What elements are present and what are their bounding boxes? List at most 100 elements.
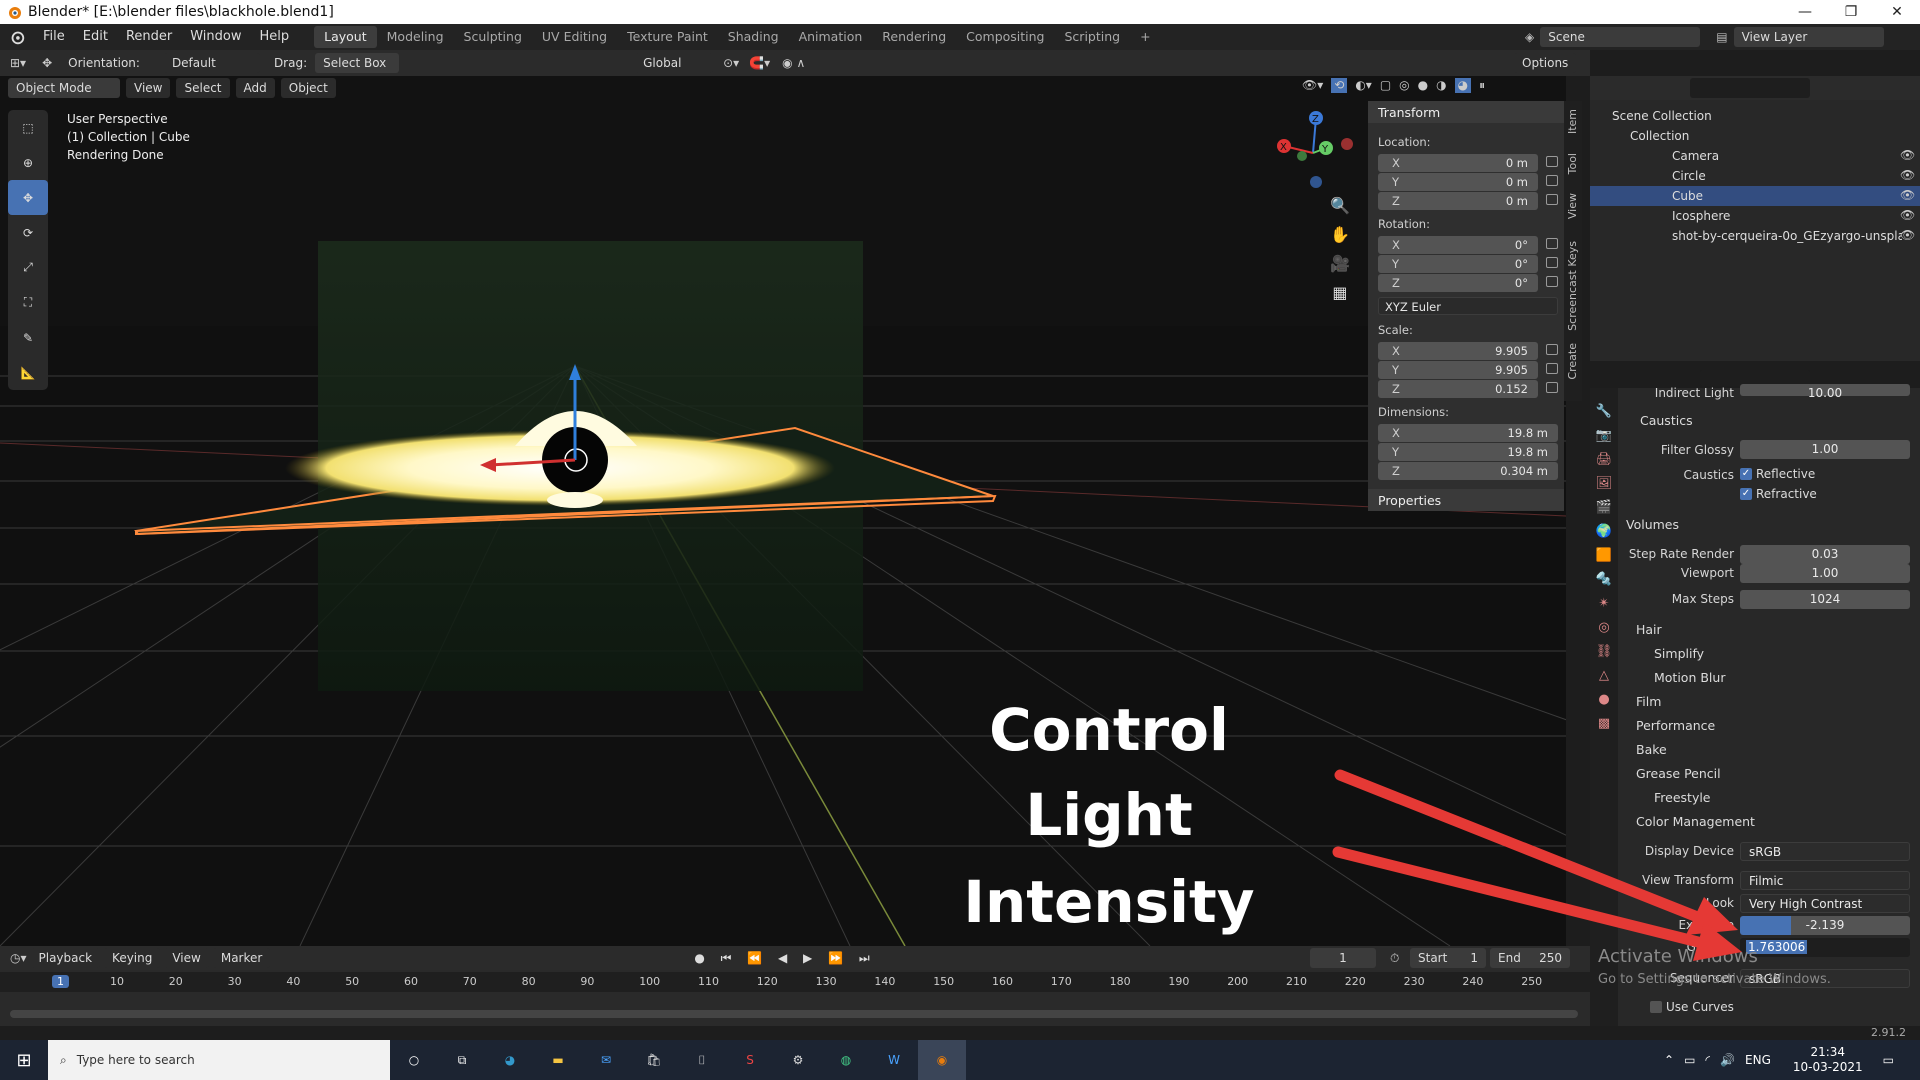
max-steps-field[interactable]: 1024 — [1740, 590, 1910, 609]
notification-icon[interactable]: ▭ — [1883, 1053, 1894, 1067]
eye-icon[interactable]: 👁 — [1900, 208, 1915, 222]
start-frame-field[interactable]: Start 1 — [1410, 948, 1486, 968]
zoom-icon[interactable]: 🔍 — [1330, 196, 1350, 215]
add-workspace-button[interactable]: + — [1130, 26, 1160, 48]
lock-icon[interactable] — [1546, 382, 1558, 393]
timeline-ruler[interactable]: 1 10 20 30 40 50 60 70 80 90 100 110 120 130 140 150 160… — [0, 972, 1590, 992]
panel-grease-pencil[interactable]: Grease Pencil — [1636, 766, 1721, 781]
outliner-item-cube[interactable]: Cube — [1590, 186, 1920, 206]
texture-props-icon[interactable]: ▩ — [1590, 712, 1618, 736]
scale-z-field[interactable]: Z 0.152 — [1378, 380, 1538, 398]
panel-bake[interactable]: Bake — [1636, 742, 1667, 757]
timeline-menu-keying[interactable]: Keying — [104, 948, 161, 968]
outliner-item-circle[interactable]: Circle — [1590, 166, 1920, 186]
filter-glossy-field[interactable]: 1.00 — [1740, 440, 1910, 459]
clock[interactable]: 21:34 10-03-2021 — [1793, 1045, 1863, 1075]
tab-item[interactable]: Item — [1566, 109, 1579, 134]
panel-simplify[interactable]: Simplify — [1654, 646, 1704, 661]
rotation-y-field[interactable]: Y 0° — [1378, 255, 1538, 273]
rotate-tool[interactable]: ⟳ — [8, 215, 48, 250]
file-explorer-icon[interactable]: ▬ — [534, 1040, 582, 1080]
timeline-menu-view[interactable]: View — [164, 948, 209, 968]
timeline-scrollbar[interactable] — [10, 1010, 1578, 1018]
options-dropdown[interactable]: Options — [1514, 53, 1577, 73]
wireframe-shading-icon[interactable]: ◎ — [1399, 78, 1409, 93]
cursor-tool[interactable]: ⊕ — [8, 145, 48, 180]
scale-tool[interactable]: ⤢ — [8, 250, 48, 285]
xray-icon[interactable]: ▢ — [1380, 78, 1391, 93]
eye-icon[interactable]: 👁 — [1900, 188, 1915, 202]
editor-type-icon[interactable]: ⊞▾ — [10, 56, 26, 70]
properties-subpanel[interactable]: Properties — [1378, 493, 1441, 508]
dimension-x-field[interactable]: X 19.8 m — [1378, 424, 1558, 442]
rotation-x-field[interactable]: X 0° — [1378, 236, 1538, 254]
taskbar-search-box[interactable]: ⌕ Type here to search — [48, 1040, 390, 1080]
navigation-gizmo[interactable]: Z X Y — [1272, 106, 1354, 196]
lock-icon[interactable] — [1546, 238, 1558, 249]
lock-icon[interactable] — [1546, 175, 1558, 186]
dimension-z-field[interactable]: Z 0.304 m — [1378, 462, 1558, 480]
look-dropdown[interactable]: Very High Contrast — [1740, 894, 1910, 913]
location-z-field[interactable]: Z0 m — [1378, 192, 1538, 210]
timeline-editor-type-icon[interactable]: ◷▾ — [10, 951, 27, 965]
data-props-icon[interactable]: △ — [1590, 664, 1618, 688]
ortho-grid-icon[interactable]: ▦ — [1330, 283, 1350, 302]
tab-modeling[interactable]: Modeling — [377, 26, 454, 48]
edge-icon[interactable]: ◕ — [486, 1040, 534, 1080]
menu-help[interactable]: Help — [251, 24, 299, 50]
lock-icon[interactable] — [1546, 276, 1558, 287]
outliner-search-input[interactable] — [1690, 78, 1810, 98]
view-transform-dropdown[interactable]: Filmic — [1740, 871, 1910, 890]
measure-tool[interactable]: 📐 — [8, 355, 48, 390]
end-frame-field[interactable]: End 250 — [1490, 948, 1570, 968]
lock-icon[interactable] — [1546, 257, 1558, 268]
windows-start-button[interactable]: ⊞ — [0, 1040, 48, 1080]
exposure-slider[interactable]: -2.139 — [1740, 916, 1910, 935]
pause-render-icon[interactable]: ⏸ — [1479, 78, 1485, 93]
tool-settings-icon[interactable]: 🔧 — [1590, 400, 1618, 424]
world-props-icon[interactable]: 🌍 — [1590, 520, 1618, 544]
tab-compositing[interactable]: Compositing — [956, 26, 1054, 48]
pan-hand-icon[interactable]: ✋ — [1330, 225, 1350, 244]
location-y-field[interactable]: Y0 m — [1378, 173, 1538, 191]
volume-icon[interactable]: 🔊 — [1720, 1053, 1735, 1067]
3d-viewport[interactable]: User Perspective (1) Collection | Cube R… — [0, 76, 1566, 946]
chrome-icon[interactable]: ◍ — [822, 1040, 870, 1080]
menu-window[interactable]: Window — [181, 24, 250, 50]
tab-sculpting[interactable]: Sculpting — [454, 26, 532, 48]
solid-shading-icon[interactable]: ● — [1418, 78, 1428, 93]
eye-icon[interactable]: 👁 — [1900, 168, 1915, 182]
blender-menu-icon[interactable] — [6, 28, 28, 46]
scene-props-icon[interactable]: 🎬 — [1590, 496, 1618, 520]
select-box-tool[interactable]: ⬚ — [8, 110, 48, 145]
visibility-icon[interactable]: 👁▾ — [1302, 78, 1323, 93]
cortana-icon[interactable]: ○ — [390, 1040, 438, 1080]
timeline-menu-playback[interactable]: Playback — [30, 948, 101, 968]
step-rate-render-field[interactable]: 0.03 — [1740, 545, 1910, 564]
panel-color-management[interactable]: Color Management — [1636, 814, 1755, 829]
transform-tool[interactable]: ⛶ — [8, 285, 48, 320]
menu-file[interactable]: File — [34, 24, 74, 50]
tab-screencast-keys[interactable]: Screencast Keys — [1566, 241, 1579, 331]
snap-icon[interactable]: 🧲▾ — [749, 56, 770, 70]
lock-icon[interactable] — [1546, 194, 1558, 205]
outliner-item-camera[interactable]: Camera — [1590, 146, 1920, 166]
panel-film[interactable]: Film — [1636, 694, 1661, 709]
screencast-app-icon[interactable]: S — [726, 1040, 774, 1080]
object-mode-dropdown[interactable]: Object Mode — [8, 78, 120, 98]
pivot-icon[interactable]: ⊙▾ — [723, 56, 739, 70]
tab-tool[interactable]: Tool — [1566, 153, 1579, 174]
reflective-checkbox[interactable]: ✓ Reflective — [1740, 467, 1815, 481]
annotate-tool[interactable]: ✎ — [8, 320, 48, 355]
rotation-z-field[interactable]: Z 0° — [1378, 274, 1538, 292]
proportional-icon[interactable]: ◉ ∧ — [782, 56, 805, 70]
outliner-collection[interactable]: Collection — [1590, 126, 1920, 146]
caustics-subpanel[interactable]: Caustics — [1640, 413, 1693, 428]
transform-orientation-dropdown[interactable]: Global — [635, 53, 714, 73]
gamma-input[interactable]: 1.763006 — [1740, 938, 1910, 957]
material-props-icon[interactable]: ● — [1590, 688, 1618, 712]
tab-shading[interactable]: Shading — [718, 26, 789, 48]
tab-animation[interactable]: Animation — [789, 26, 873, 48]
wallpaper-app-icon[interactable]: W — [870, 1040, 918, 1080]
transform-header[interactable]: Transform — [1378, 105, 1440, 120]
